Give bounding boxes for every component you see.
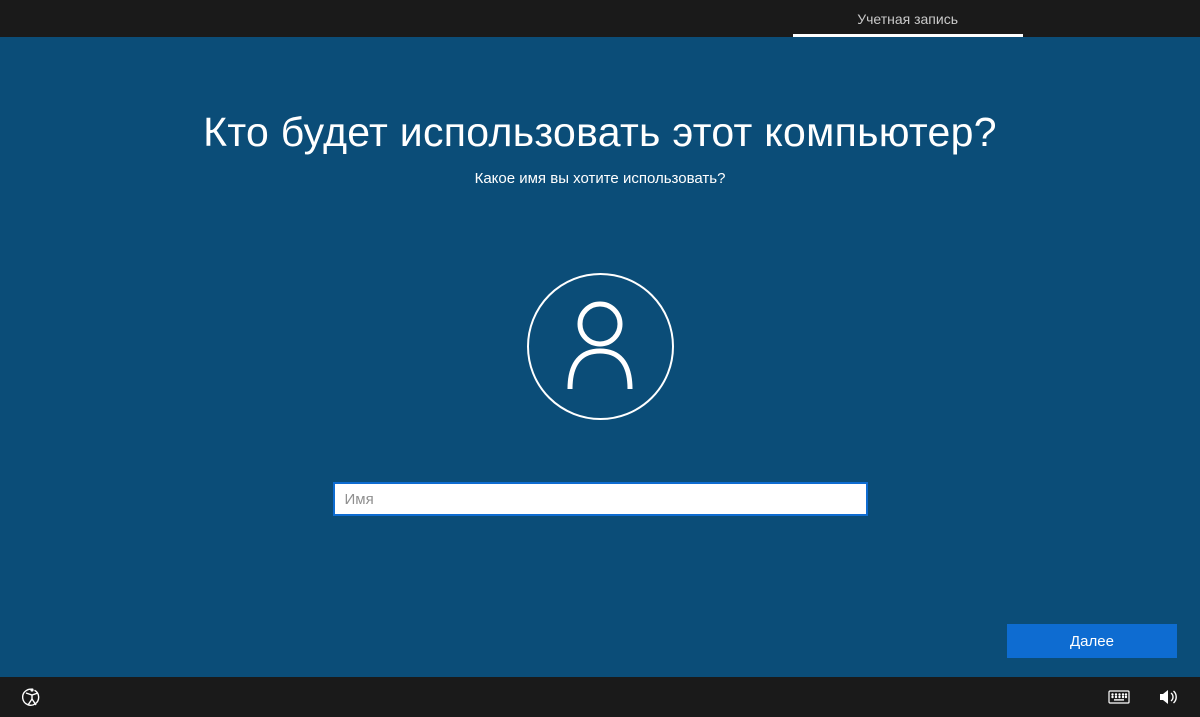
tab-account-label: Учетная запись xyxy=(857,11,958,27)
user-icon xyxy=(562,299,638,394)
keyboard-icon[interactable] xyxy=(1108,690,1130,704)
next-button[interactable]: Далее xyxy=(1007,624,1177,658)
name-input[interactable] xyxy=(333,482,868,516)
volume-icon[interactable] xyxy=(1158,688,1178,706)
tab-account: Учетная запись xyxy=(845,0,970,37)
page-subheading: Какое имя вы хотите использовать? xyxy=(475,170,726,187)
avatar-placeholder xyxy=(527,273,674,420)
bottombar xyxy=(0,677,1200,717)
main-area: Кто будет использовать этот компьютер? К… xyxy=(0,37,1200,677)
accessibility-icon[interactable] xyxy=(22,687,42,707)
topbar: Учетная запись xyxy=(0,0,1200,37)
page-heading: Кто будет использовать этот компьютер? xyxy=(203,109,997,156)
